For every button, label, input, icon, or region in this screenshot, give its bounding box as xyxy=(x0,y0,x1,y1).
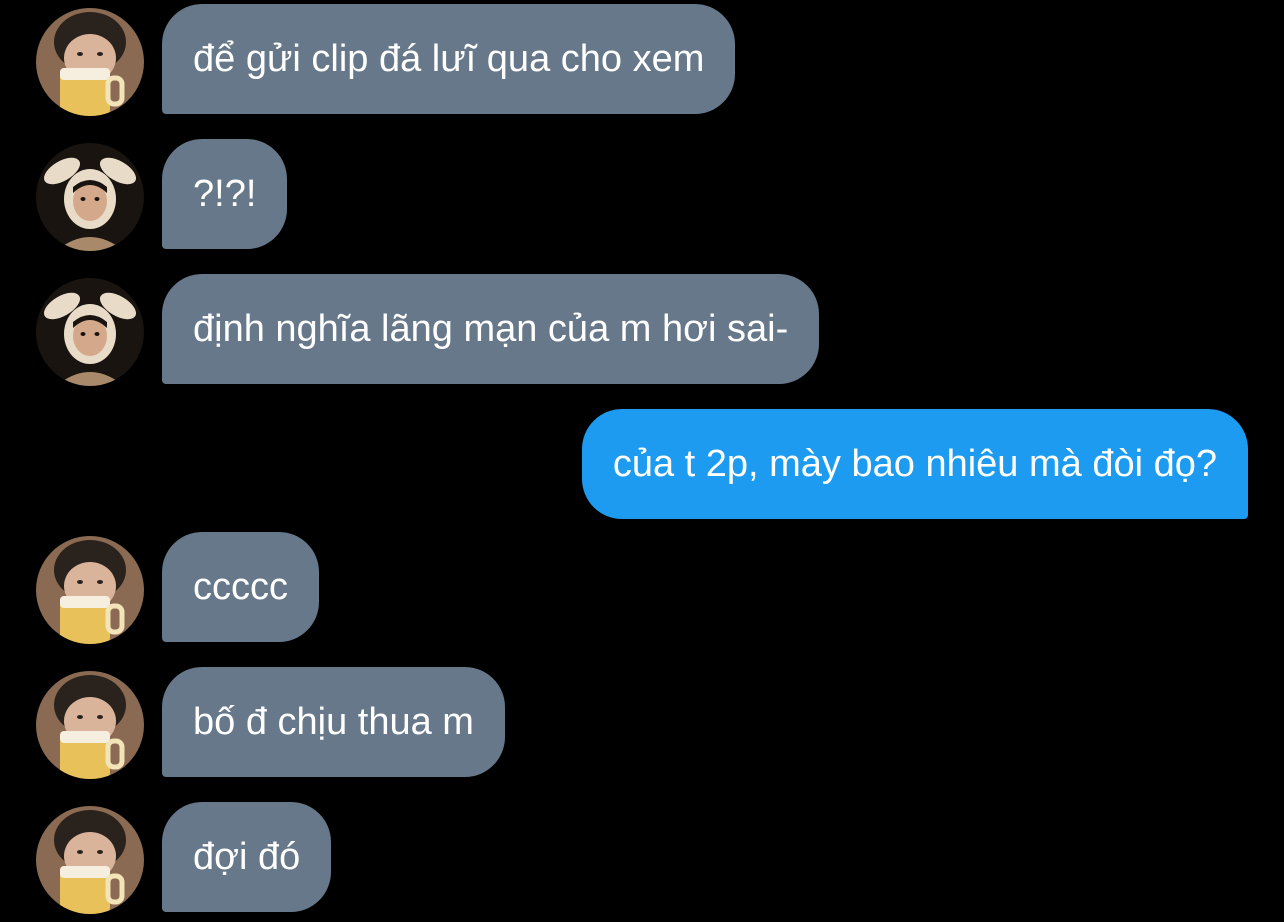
message-bubble[interactable]: của t 2p, mày bao nhiêu mà đòi đọ? xyxy=(581,409,1248,519)
message-text: ccccc xyxy=(193,565,288,608)
message-text: đợi đó xyxy=(193,835,301,878)
message-row: đợi đó xyxy=(0,802,1284,914)
message-text: của t 2p, mày bao nhiêu mà đòi đọ? xyxy=(612,442,1217,485)
message-bubble[interactable]: đợi đó xyxy=(162,802,332,912)
bunny-ears-avatar[interactable] xyxy=(36,143,144,251)
message-text: định nghĩa lãng mạn của m hơi sai- xyxy=(193,307,789,350)
message-text: ?!?! xyxy=(193,172,257,215)
message-bubble[interactable]: ccccc xyxy=(162,532,319,642)
message-row: bố đ chịu thua m xyxy=(0,667,1284,779)
beer-glass-avatar[interactable] xyxy=(36,536,144,644)
message-text: bố đ chịu thua m xyxy=(193,700,474,743)
message-text: để gửi clip đá lưĩ qua cho xem xyxy=(193,37,705,80)
beer-glass-avatar[interactable] xyxy=(36,8,144,116)
message-bubble[interactable]: bố đ chịu thua m xyxy=(162,667,505,777)
beer-glass-avatar[interactable] xyxy=(36,806,144,914)
message-row: định nghĩa lãng mạn của m hơi sai- xyxy=(0,274,1284,386)
message-bubble[interactable]: định nghĩa lãng mạn của m hơi sai- xyxy=(162,274,820,384)
message-row: ccccc xyxy=(0,532,1284,644)
beer-glass-avatar[interactable] xyxy=(36,671,144,779)
message-row: ?!?! xyxy=(0,139,1284,251)
message-row: của t 2p, mày bao nhiêu mà đòi đọ? xyxy=(0,409,1284,519)
message-row: để gửi clip đá lưĩ qua cho xem xyxy=(0,4,1284,116)
message-bubble[interactable]: để gửi clip đá lưĩ qua cho xem xyxy=(162,4,736,114)
bunny-ears-avatar[interactable] xyxy=(36,278,144,386)
message-bubble[interactable]: ?!?! xyxy=(162,139,288,249)
